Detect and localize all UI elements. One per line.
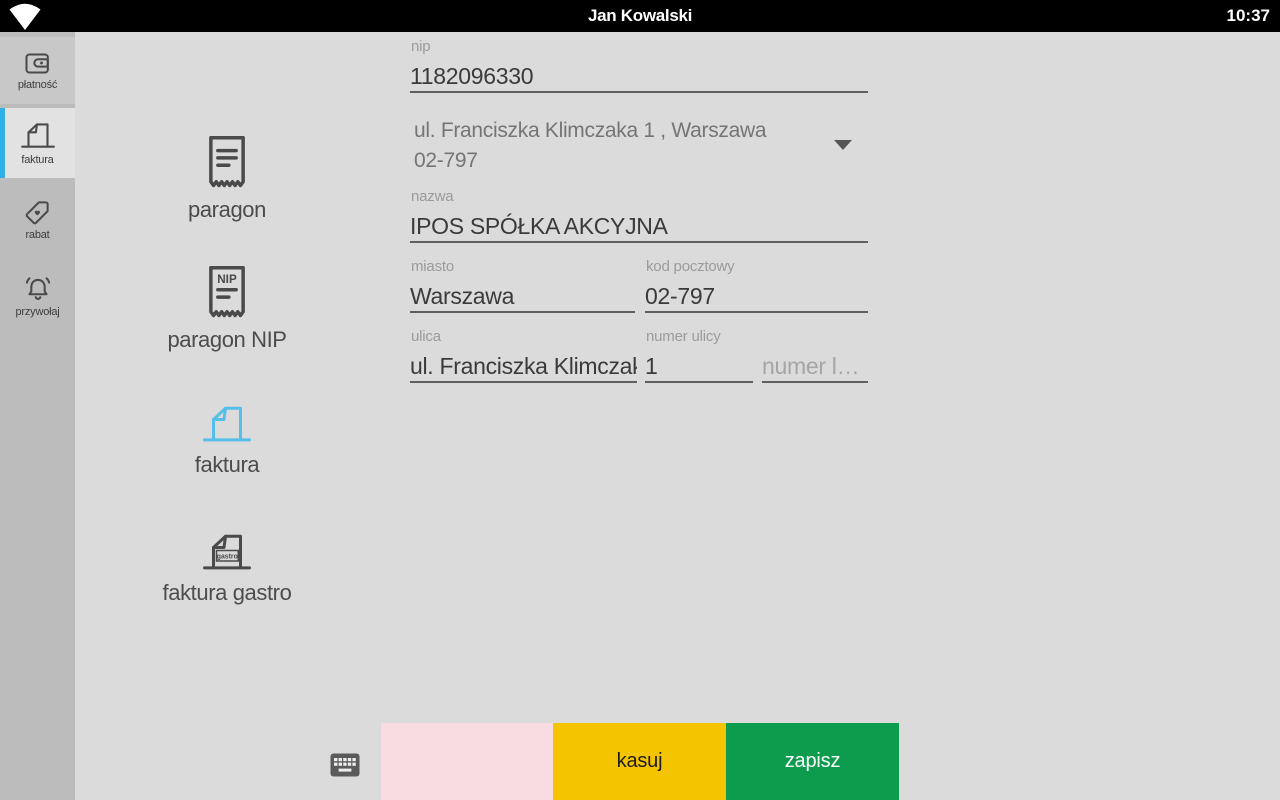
- address-select-value: ul. Franciszka Klimczaka 1 , Warszawa 02…: [414, 116, 824, 176]
- sidebar-item-label: płatność: [17, 78, 58, 91]
- doctype-faktura-gastro[interactable]: gastro faktura gastro: [137, 530, 317, 606]
- svg-text:gastro: gastro: [217, 553, 238, 560]
- left-sidebar: płatność faktura rabat przywołaj: [0, 32, 75, 800]
- address-line-2: 02-797: [414, 149, 478, 172]
- kod-pocztowy-input[interactable]: 02-797: [645, 282, 868, 313]
- nazwa-input[interactable]: IPOS SPÓŁKA AKCYJNA: [410, 212, 868, 243]
- sidebar-item-rabat[interactable]: rabat: [0, 185, 75, 255]
- doctype-label: paragon NIP: [167, 327, 287, 352]
- selected-accent-bar: [0, 108, 5, 178]
- invoice-page-icon: [200, 402, 254, 446]
- address-line-1: ul. Franciszka Klimczaka 1 , Warszawa: [414, 119, 767, 142]
- numer-ulicy-label: numer ulicy: [646, 328, 721, 345]
- bell-icon: [23, 273, 53, 303]
- doctype-paragon[interactable]: paragon: [137, 134, 317, 223]
- sidebar-item-faktura[interactable]: faktura: [0, 108, 75, 178]
- ulica-label: ulica: [411, 328, 441, 345]
- receipt-nip-icon: NIP: [205, 264, 249, 321]
- invoice-gastro-icon: gastro: [200, 530, 254, 574]
- status-bar: Jan Kowalski 10:37: [0, 0, 1280, 32]
- numer-ulicy-input[interactable]: 1: [645, 352, 753, 383]
- invoice-icon: [19, 120, 57, 151]
- wallet-icon: [24, 51, 51, 76]
- price-tag-icon: [24, 199, 51, 226]
- miasto-label: miasto: [411, 258, 454, 275]
- statusbar-clock: 10:37: [1226, 6, 1270, 25]
- doctype-label: paragon: [188, 197, 266, 222]
- sidebar-item-przywolaj[interactable]: przywołaj: [0, 258, 75, 332]
- statusbar-user-title: Jan Kowalski: [587, 6, 693, 25]
- doctype-faktura[interactable]: faktura: [137, 402, 317, 478]
- nip-input[interactable]: 1182096330: [410, 62, 868, 93]
- address-select[interactable]: ul. Franciszka Klimczaka 1 , Warszawa 02…: [410, 113, 868, 177]
- chevron-down-icon: [834, 140, 852, 150]
- doctype-label: faktura: [194, 452, 260, 477]
- nazwa-label: nazwa: [411, 188, 454, 205]
- sidebar-item-platnosc[interactable]: płatność: [0, 37, 75, 104]
- doctype-paragon-nip[interactable]: NIP paragon NIP: [137, 264, 317, 353]
- sidebar-item-label: rabat: [25, 229, 50, 241]
- kasuj-button[interactable]: kasuj: [553, 723, 726, 800]
- keyboard-button[interactable]: [330, 752, 360, 777]
- sidebar-item-label: przywołaj: [15, 305, 60, 318]
- empty-pink-button[interactable]: [381, 723, 553, 800]
- zapisz-button[interactable]: zapisz: [726, 723, 899, 800]
- numer-lokalu-input[interactable]: numer lokalu: [762, 352, 868, 383]
- sidebar-item-label: faktura: [21, 154, 54, 166]
- kod-pocztowy-label: kod pocztowy: [646, 258, 735, 275]
- ulica-input[interactable]: ul. Franciszka Klimczaka: [410, 352, 637, 383]
- keyboard-icon: [330, 753, 360, 777]
- receipt-icon: [205, 134, 249, 191]
- nip-label: nip: [411, 38, 431, 55]
- svg-text:NIP: NIP: [217, 273, 237, 286]
- doctype-label: faktura gastro: [162, 580, 292, 605]
- miasto-input[interactable]: Warszawa: [410, 282, 635, 313]
